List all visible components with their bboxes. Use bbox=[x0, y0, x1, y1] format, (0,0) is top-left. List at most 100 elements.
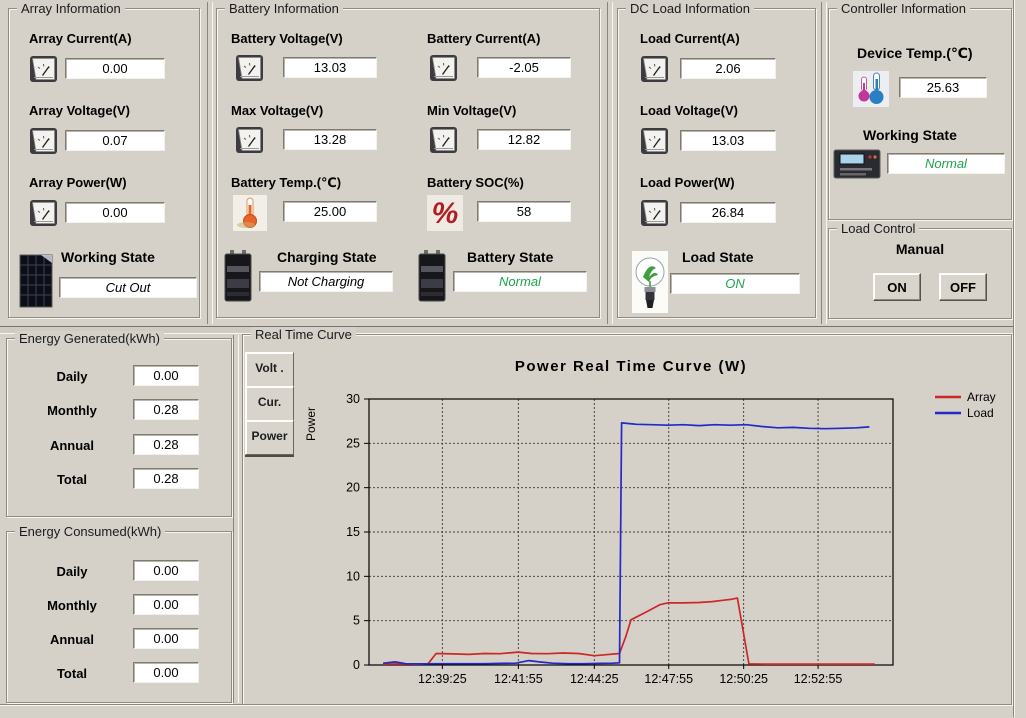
groupbox-title: Real Time Curve bbox=[251, 327, 356, 342]
generated-daily-field[interactable]: 0.00 bbox=[133, 365, 199, 386]
array-voltage-field[interactable]: 0.07 bbox=[65, 130, 165, 151]
array-power-field[interactable]: 0.00 bbox=[65, 202, 165, 223]
monthly-label: Monthly bbox=[37, 403, 107, 418]
load-current-field[interactable]: 2.06 bbox=[680, 58, 776, 79]
panel-separator bbox=[207, 2, 213, 324]
panel-separator bbox=[233, 335, 239, 703]
svg-text:12:44:25: 12:44:25 bbox=[570, 672, 619, 686]
battery-information-groupbox: Battery Information Battery Voltage(V) 1… bbox=[216, 8, 600, 318]
svg-text:12:52:55: 12:52:55 bbox=[794, 672, 843, 686]
array-information-groupbox: Array Information Array Current(A) 0.00 … bbox=[8, 8, 200, 318]
battery-temp-field[interactable]: 25.00 bbox=[283, 201, 377, 222]
svg-text:Load: Load bbox=[967, 406, 994, 420]
groupbox-title: Array Information bbox=[17, 1, 125, 16]
charging-state-label: Charging State bbox=[277, 249, 377, 265]
panel-separator bbox=[607, 2, 613, 324]
battery-voltage-field[interactable]: 13.03 bbox=[283, 57, 377, 78]
svg-text:12:50:25: 12:50:25 bbox=[719, 672, 768, 686]
load-off-button[interactable]: OFF bbox=[939, 273, 987, 301]
gauge-icon bbox=[235, 125, 265, 155]
battery-current-field[interactable]: -2.05 bbox=[477, 57, 571, 78]
load-on-button[interactable]: ON bbox=[873, 273, 921, 301]
total-label: Total bbox=[37, 666, 107, 681]
groupbox-title: DC Load Information bbox=[626, 1, 754, 16]
groupbox-title: Controller Information bbox=[837, 1, 970, 16]
consumed-daily-field[interactable]: 0.00 bbox=[133, 560, 199, 581]
consumed-annual-field[interactable]: 0.00 bbox=[133, 628, 199, 649]
charging-state-field[interactable]: Not Charging bbox=[259, 271, 393, 292]
load-current-label: Load Current(A) bbox=[640, 31, 740, 46]
battery-temp-label: Battery Temp.(℃) bbox=[231, 175, 341, 191]
annual-label: Annual bbox=[37, 438, 107, 453]
gauge-icon bbox=[640, 126, 670, 156]
groupbox-title: Battery Information bbox=[225, 1, 343, 16]
svg-text:15: 15 bbox=[346, 525, 360, 539]
svg-text:Array: Array bbox=[967, 390, 996, 404]
array-working-state-label: Working State bbox=[61, 249, 155, 265]
gauge-icon bbox=[429, 125, 459, 155]
annual-label: Annual bbox=[37, 632, 107, 647]
generated-monthly-field[interactable]: 0.28 bbox=[133, 399, 199, 420]
array-working-state-field[interactable]: Cut Out bbox=[59, 277, 197, 298]
gauge-icon bbox=[29, 54, 59, 84]
thermometer-icon bbox=[233, 195, 267, 231]
array-power-label: Array Power(W) bbox=[29, 175, 127, 190]
daily-label: Daily bbox=[37, 369, 107, 384]
svg-text:12:47:55: 12:47:55 bbox=[644, 672, 693, 686]
gauge-icon bbox=[29, 126, 59, 156]
groupbox-title: Energy Consumed(kWh) bbox=[15, 524, 165, 539]
tab-power[interactable]: Power bbox=[245, 420, 294, 455]
energy-consumed-groupbox: Energy Consumed(kWh) Daily 0.00 Monthly … bbox=[6, 531, 232, 703]
energy-generated-groupbox: Energy Generated(kWh) Daily 0.00 Monthly… bbox=[6, 338, 232, 517]
battery-current-label: Battery Current(A) bbox=[427, 31, 540, 46]
load-voltage-field[interactable]: 13.03 bbox=[680, 130, 776, 151]
battery-icon bbox=[223, 249, 253, 303]
battery-state-field[interactable]: Normal bbox=[453, 271, 587, 292]
svg-text:20: 20 bbox=[346, 481, 360, 495]
real-time-curve-groupbox: Real Time Curve Volt . Cur. Power Power … bbox=[242, 334, 1012, 705]
tab-cur[interactable]: Cur. bbox=[245, 386, 294, 421]
bulb-icon bbox=[632, 251, 668, 313]
gauge-icon bbox=[640, 54, 670, 84]
controller-information-groupbox: Controller Information Device Temp.(℃) 2… bbox=[828, 8, 1012, 220]
max-voltage-field[interactable]: 13.28 bbox=[283, 129, 377, 150]
load-state-field[interactable]: ON bbox=[670, 273, 800, 294]
dual-thermometer-icon bbox=[853, 71, 889, 107]
solar-panel-icon bbox=[17, 253, 55, 311]
daily-label: Daily bbox=[37, 564, 107, 579]
tab-volt[interactable]: Volt . bbox=[245, 352, 294, 387]
generated-total-field[interactable]: 0.28 bbox=[133, 468, 199, 489]
power-chart: Power Real Time Curve (W)Power0510152025… bbox=[295, 341, 1007, 699]
svg-text:%: % bbox=[432, 197, 459, 230]
min-voltage-field[interactable]: 12.82 bbox=[477, 129, 571, 150]
controller-working-state-field[interactable]: Normal bbox=[887, 153, 1005, 174]
device-temp-field[interactable]: 25.63 bbox=[899, 77, 987, 98]
svg-text:10: 10 bbox=[346, 569, 360, 583]
gauge-icon bbox=[235, 53, 265, 83]
load-control-groupbox: Load Control Manual ON OFF bbox=[828, 228, 1012, 319]
load-state-label: Load State bbox=[682, 249, 754, 265]
groupbox-title: Load Control bbox=[837, 221, 919, 236]
svg-text:Power Real Time Curve (W): Power Real Time Curve (W) bbox=[515, 358, 747, 375]
controller-icon bbox=[833, 149, 881, 179]
consumed-total-field[interactable]: 0.00 bbox=[133, 662, 199, 683]
generated-annual-field[interactable]: 0.28 bbox=[133, 434, 199, 455]
svg-text:5: 5 bbox=[353, 614, 360, 628]
battery-soc-label: Battery SOC(%) bbox=[427, 175, 524, 190]
battery-soc-field[interactable]: 58 bbox=[477, 201, 571, 222]
battery-state-label: Battery State bbox=[467, 249, 553, 265]
svg-text:30: 30 bbox=[346, 392, 360, 406]
dc-load-information-groupbox: DC Load Information Load Current(A) 2.06… bbox=[617, 8, 816, 318]
max-voltage-label: Max Voltage(V) bbox=[231, 103, 323, 118]
min-voltage-label: Min Voltage(V) bbox=[427, 103, 516, 118]
svg-text:25: 25 bbox=[346, 436, 360, 450]
groupbox-title: Energy Generated(kWh) bbox=[15, 331, 164, 346]
array-current-label: Array Current(A) bbox=[29, 31, 132, 46]
svg-text:12:39:25: 12:39:25 bbox=[418, 672, 467, 686]
load-power-field[interactable]: 26.84 bbox=[680, 202, 776, 223]
total-label: Total bbox=[37, 472, 107, 487]
monthly-label: Monthly bbox=[37, 598, 107, 613]
load-voltage-label: Load Voltage(V) bbox=[640, 103, 738, 118]
array-current-field[interactable]: 0.00 bbox=[65, 58, 165, 79]
consumed-monthly-field[interactable]: 0.00 bbox=[133, 594, 199, 615]
